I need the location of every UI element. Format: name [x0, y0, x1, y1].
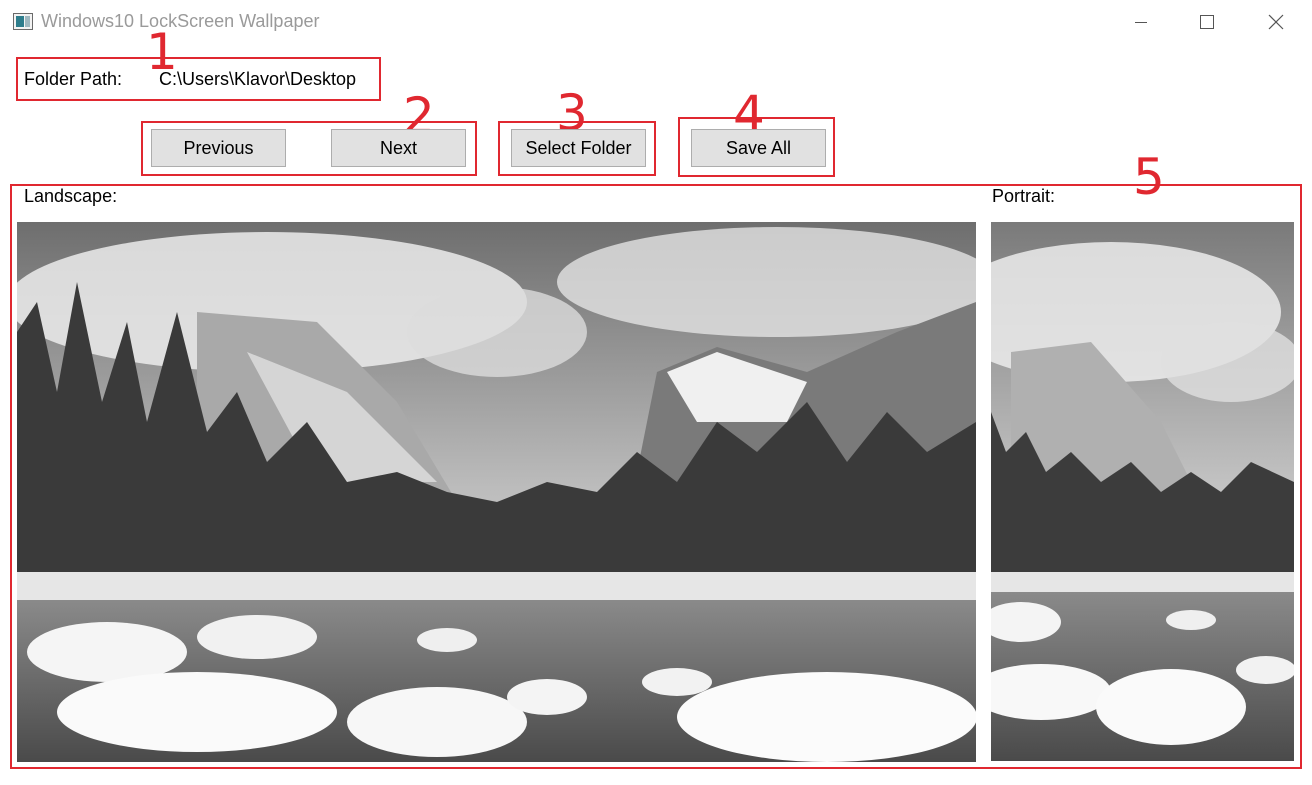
app-icon — [13, 13, 33, 30]
maximize-icon — [1200, 15, 1214, 29]
next-button[interactable]: Next — [331, 129, 466, 167]
close-button[interactable] — [1243, 0, 1309, 44]
minimize-icon — [1135, 22, 1147, 23]
maximize-button[interactable] — [1174, 0, 1240, 44]
title-bar: Windows10 LockScreen Wallpaper — [0, 0, 1312, 44]
landscape-image — [17, 222, 976, 762]
portrait-label: Portrait: — [992, 186, 1056, 206]
window-title: Windows10 LockScreen Wallpaper — [41, 11, 320, 31]
minimize-button[interactable] — [1108, 0, 1174, 44]
close-icon — [1268, 14, 1284, 30]
select-folder-button[interactable]: Select Folder — [511, 129, 646, 167]
save-all-button[interactable]: Save All — [691, 129, 826, 167]
previous-button[interactable]: Previous — [151, 129, 286, 167]
portrait-image — [991, 222, 1294, 761]
landscape-label: Landscape: — [24, 186, 118, 206]
folder-path-value: C:\Users\Klavor\Desktop — [159, 69, 357, 89]
folder-path-label: Folder Path: — [24, 69, 123, 89]
annotation-number-5: 5 — [1133, 148, 1165, 206]
